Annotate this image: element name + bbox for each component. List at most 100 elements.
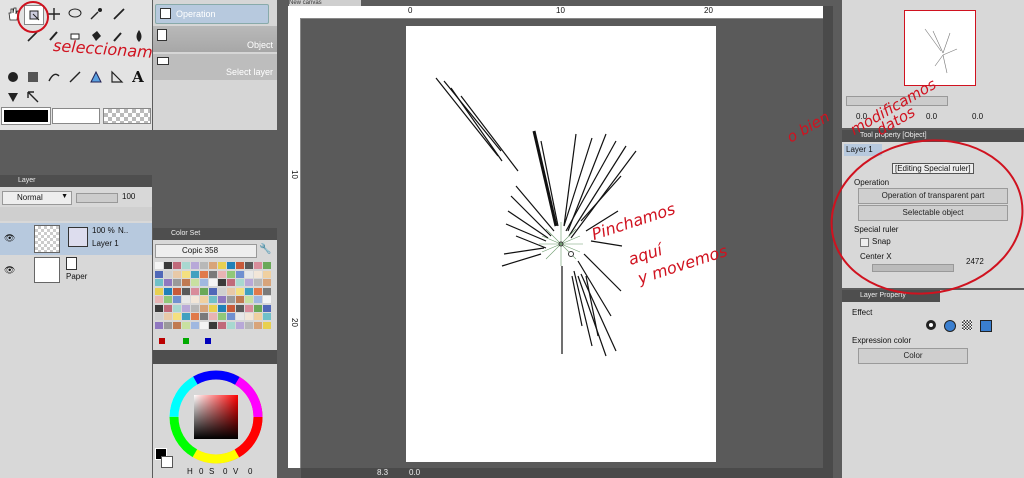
color-swatch[interactable] [227, 279, 235, 286]
layer-row-1[interactable]: 👁 100 % N.. Layer 1 [0, 223, 152, 255]
sub-color-swatch[interactable] [52, 108, 100, 124]
color-swatch[interactable] [227, 304, 235, 312]
color-swatch[interactable] [263, 304, 271, 312]
color-swatch[interactable] [218, 321, 226, 329]
color-swatch[interactable] [200, 313, 208, 320]
color-swatch[interactable] [182, 296, 190, 303]
color-swatch[interactable] [173, 296, 181, 303]
gradient-icon[interactable] [4, 68, 22, 86]
color-swatch[interactable] [218, 287, 226, 295]
add-color-icon[interactable] [159, 338, 165, 344]
color-swatch[interactable] [182, 287, 190, 295]
color-swatch[interactable] [254, 313, 262, 320]
color-swatch-grid[interactable] [155, 262, 277, 332]
balloon-icon[interactable] [4, 88, 22, 106]
color-swatch[interactable] [191, 270, 199, 278]
color-swatch[interactable] [200, 321, 208, 329]
text-icon[interactable]: A [129, 68, 147, 86]
color-swatch[interactable] [209, 270, 217, 278]
color-swatch[interactable] [164, 321, 172, 329]
color-swatch[interactable] [155, 321, 163, 329]
color-swatch[interactable] [245, 313, 253, 320]
color-swatch[interactable] [191, 262, 199, 269]
correct-line-icon[interactable] [24, 88, 42, 106]
curve-icon[interactable] [45, 68, 63, 86]
color-swatch[interactable] [155, 304, 163, 312]
color-swatch[interactable] [182, 262, 190, 269]
color-swatch[interactable] [164, 304, 172, 312]
color-swatch[interactable] [209, 321, 217, 329]
color-swatch[interactable] [236, 321, 244, 329]
eye-icon[interactable]: 👁 [4, 233, 15, 244]
effect-border-icon[interactable] [926, 320, 936, 330]
color-swatch[interactable] [209, 304, 217, 312]
color-swatch[interactable] [182, 304, 190, 312]
opacity-slider[interactable] [76, 193, 118, 203]
color-swatch[interactable] [218, 296, 226, 303]
color-swatch[interactable] [191, 287, 199, 295]
color-set-select[interactable]: Copic 358 [155, 244, 257, 258]
color-swatch[interactable] [254, 296, 262, 303]
color-swatch[interactable] [227, 321, 235, 329]
color-swatch[interactable] [254, 304, 262, 312]
color-wheel-tab[interactable] [153, 350, 277, 364]
color-swatch[interactable] [182, 270, 190, 278]
color-swatch[interactable] [236, 287, 244, 295]
color-swatch[interactable] [263, 287, 271, 295]
color-swatch[interactable] [164, 296, 172, 303]
main-color-swatch[interactable] [1, 107, 51, 125]
color-set-tab[interactable]: Color Set [153, 228, 277, 240]
color-swatch[interactable] [263, 296, 271, 303]
color-swatch[interactable] [245, 262, 253, 269]
expression-color-select[interactable]: Color [858, 348, 968, 364]
shape-icon[interactable] [24, 68, 42, 86]
color-swatch[interactable] [173, 304, 181, 312]
color-swatch[interactable] [209, 287, 217, 295]
select-layer-row[interactable]: Select layer [153, 54, 277, 80]
line-icon[interactable] [66, 68, 84, 86]
color-swatch[interactable] [182, 321, 190, 329]
color-swatch[interactable] [164, 270, 172, 278]
layer-row-paper[interactable]: 👁 Paper [0, 255, 152, 285]
color-swatch[interactable] [164, 262, 172, 269]
color-swatch[interactable] [200, 279, 208, 286]
color-swatch[interactable] [155, 279, 163, 286]
color-swatch[interactable] [254, 279, 262, 286]
eyedropper-icon[interactable] [110, 5, 128, 23]
color-swatch[interactable] [173, 321, 181, 329]
color-swatch[interactable] [236, 279, 244, 286]
green-color-icon[interactable] [183, 338, 189, 344]
color-swatch[interactable] [209, 313, 217, 320]
color-swatch[interactable] [254, 321, 262, 329]
color-swatch[interactable] [182, 279, 190, 286]
color-swatch[interactable] [191, 313, 199, 320]
color-swatch[interactable] [155, 270, 163, 278]
color-swatch[interactable] [191, 279, 199, 286]
color-swatch[interactable] [236, 313, 244, 320]
color-swatch[interactable] [209, 296, 217, 303]
color-swatch[interactable] [191, 304, 199, 312]
color-swatch[interactable] [182, 313, 190, 320]
color-swatch[interactable] [200, 304, 208, 312]
color-swatch[interactable] [245, 304, 253, 312]
color-swatch[interactable] [227, 313, 235, 320]
color-swatch[interactable] [218, 304, 226, 312]
operation-header[interactable]: Operation [155, 4, 269, 24]
color-swatch[interactable] [236, 296, 244, 303]
color-swatch[interactable] [173, 287, 181, 295]
color-swatch[interactable] [191, 296, 199, 303]
color-swatch[interactable] [173, 262, 181, 269]
color-swatch[interactable] [155, 287, 163, 295]
effect-tone-icon[interactable] [962, 320, 972, 330]
color-swatch[interactable] [164, 279, 172, 286]
color-swatch[interactable] [200, 287, 208, 295]
color-swatch[interactable] [245, 321, 253, 329]
color-swatch[interactable] [245, 270, 253, 278]
color-swatch[interactable] [245, 279, 253, 286]
frame-icon[interactable] [108, 68, 126, 86]
wrench-icon[interactable]: 🔧 [259, 244, 271, 255]
color-swatch[interactable] [218, 313, 226, 320]
color-swatch[interactable] [263, 321, 271, 329]
effect-color-icon[interactable] [980, 320, 992, 332]
color-swatch[interactable] [218, 279, 226, 286]
